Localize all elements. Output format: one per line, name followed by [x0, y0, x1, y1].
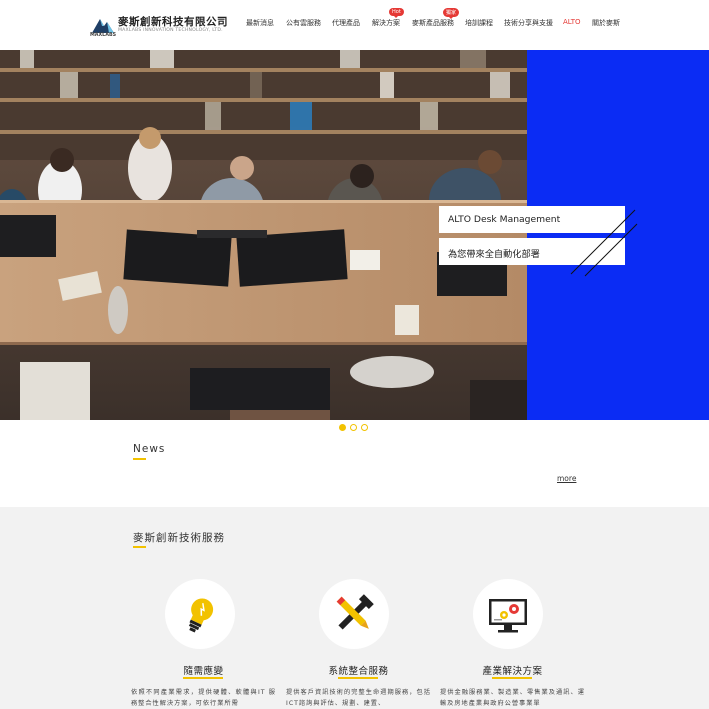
main-nav: 最新消息 公有雲服務 代理產品 解決方案 Hot 麥斯產品服務 獨家 培訓課程 … [0, 8, 709, 34]
hero-office-photo [0, 50, 527, 420]
services-section-title: 麥斯創新技術服務 [133, 532, 225, 544]
service-card-description: 提供客戶資訊技術的完整生命週期服務，包括ICT諮詢與評估、規劃、建置、 [286, 689, 431, 707]
news-title-underline [133, 458, 146, 460]
service-icon-circle [165, 579, 235, 649]
service-card-underline [338, 677, 378, 679]
hero-diagonal-lines-icon [570, 209, 638, 277]
nav-item-tech-support[interactable]: 技術分享與支援 [504, 18, 553, 28]
nav-item-news[interactable]: 最新消息 [246, 18, 274, 28]
service-card-underline [492, 677, 532, 679]
service-card-on-demand[interactable]: 隨需應變 依照不同產業需求，提供硬體、軟體與IT 服務整合性解決方案，可依行業所… [131, 579, 276, 709]
service-card-title: 系統整合服務 [328, 666, 389, 677]
nav-item-about[interactable]: 關於麥斯 [592, 18, 620, 28]
service-card-system-integration[interactable]: 系統整合服務 提供客戶資訊技術的完整生命週期服務，包括ICT諮詢與評估、規劃、建… [286, 579, 431, 709]
nav-item-maxlabs-services[interactable]: 麥斯產品服務 [412, 18, 454, 28]
slider-dot-2[interactable] [350, 424, 357, 431]
lightbulb-icon [188, 598, 214, 633]
service-card-description: 依照不同產業需求，提供硬體、軟體與IT 服務整合性解決方案，可依行業所需 [131, 689, 276, 707]
nav-item-training[interactable]: 培訓課程 [465, 18, 493, 28]
hero-slider[interactable]: ALTO Desk Management 為您帶來全自動化部署 [0, 50, 709, 420]
nav-item-public-cloud[interactable]: 公有雲服務 [286, 18, 321, 28]
nav-item-alto[interactable]: ALTO [563, 18, 581, 26]
slider-dot-3[interactable] [361, 424, 368, 431]
services-section: 麥斯創新技術服務 隨需應變 依照不同產業需求，提供硬體、軟體與IT 服務整合性解… [0, 507, 709, 709]
site-header: MAXLABS 麥斯創新科技有限公司 MAXLABS INNOVATION TE… [0, 0, 709, 50]
service-icon-circle [473, 579, 543, 649]
nav-item-solutions[interactable]: 解決方案 [372, 18, 400, 28]
tools-icon [336, 594, 374, 630]
service-icon-circle [319, 579, 389, 649]
service-card-title: 隨需應變 [183, 666, 224, 677]
nav-item-agency-products[interactable]: 代理產品 [332, 18, 360, 28]
exclusive-badge: 獨家 [443, 8, 460, 19]
service-card-title: 產業解決方案 [482, 666, 543, 677]
hot-badge: Hot [389, 8, 404, 18]
news-section-title: News [133, 443, 166, 455]
services-title-underline [133, 546, 146, 548]
monitor-gear-icon [489, 599, 527, 633]
slider-dot-1[interactable] [339, 424, 346, 431]
slider-dots [339, 424, 371, 433]
service-card-description: 提供金融服務業、製造業、零售業及通訊、運輸及房地產業與政府公營事業單 [440, 689, 585, 707]
service-card-underline [183, 677, 223, 679]
news-more-link[interactable]: more [557, 474, 576, 483]
service-card-industry-solutions[interactable]: 產業解決方案 提供金融服務業、製造業、零售業及通訊、運輸及房地產業與政府公營事業… [440, 579, 585, 709]
